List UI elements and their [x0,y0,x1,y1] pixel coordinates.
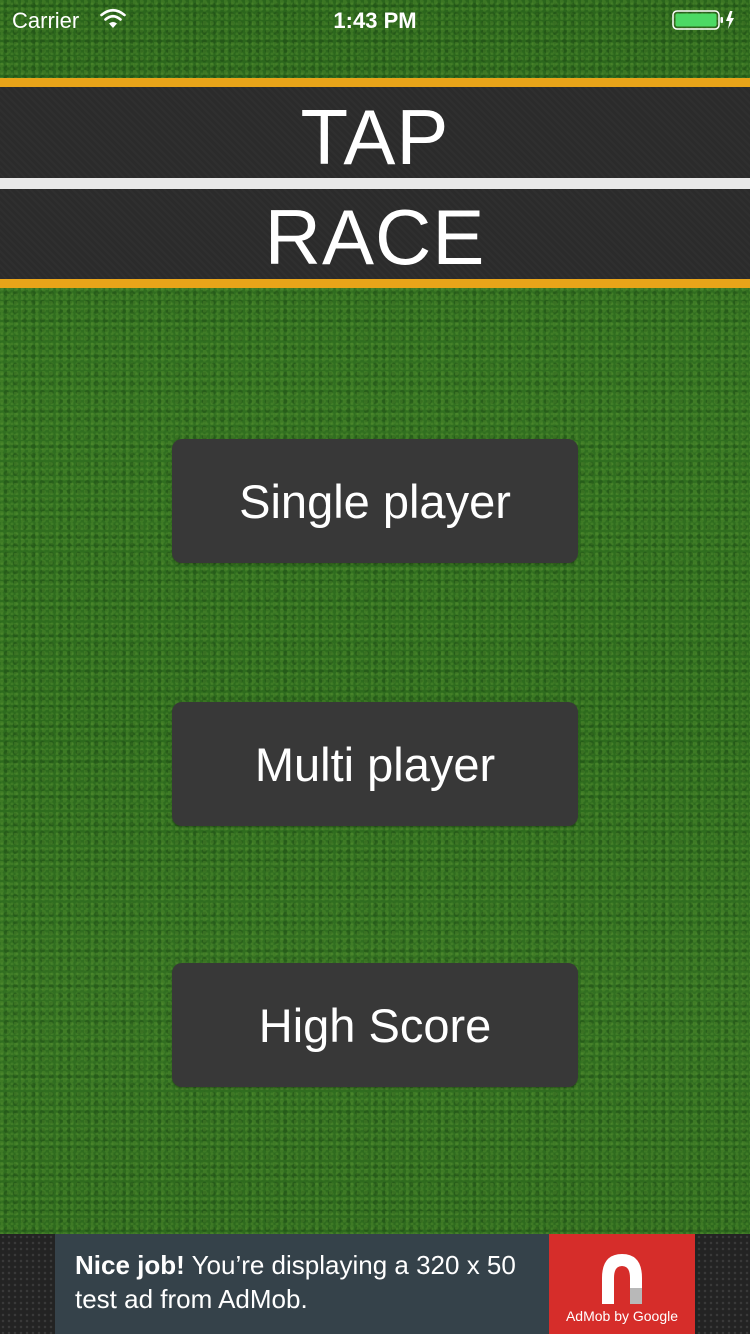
ad-headline: Nice job! [75,1250,185,1280]
title-banner: TAP RACE [0,78,750,288]
test-ad-banner[interactable]: Nice job! You’re displaying a 320 x 50 t… [55,1234,695,1334]
ad-bar: Nice job! You’re displaying a 320 x 50 t… [0,1234,750,1334]
battery-charging-icon [672,10,734,30]
title-word-tap: TAP [300,93,450,181]
admob-brand-label: AdMob by Google [565,1308,679,1324]
admob-logo: AdMob by Google [549,1234,695,1334]
single-player-button[interactable]: Single player [172,439,578,563]
road-edge-top [0,78,750,87]
high-score-button[interactable]: High Score [172,963,578,1087]
clock: 1:43 PM [333,8,417,33]
admob-icon [602,1254,642,1304]
ad-text: Nice job! You’re displaying a 320 x 50 t… [75,1248,545,1316]
multi-player-button[interactable]: Multi player [172,702,578,826]
title-word-race: RACE [264,193,486,281]
road-edge-bottom [0,279,750,288]
road-center-line [0,178,750,189]
status-bar: Carrier 1:43 PM [0,0,750,40]
